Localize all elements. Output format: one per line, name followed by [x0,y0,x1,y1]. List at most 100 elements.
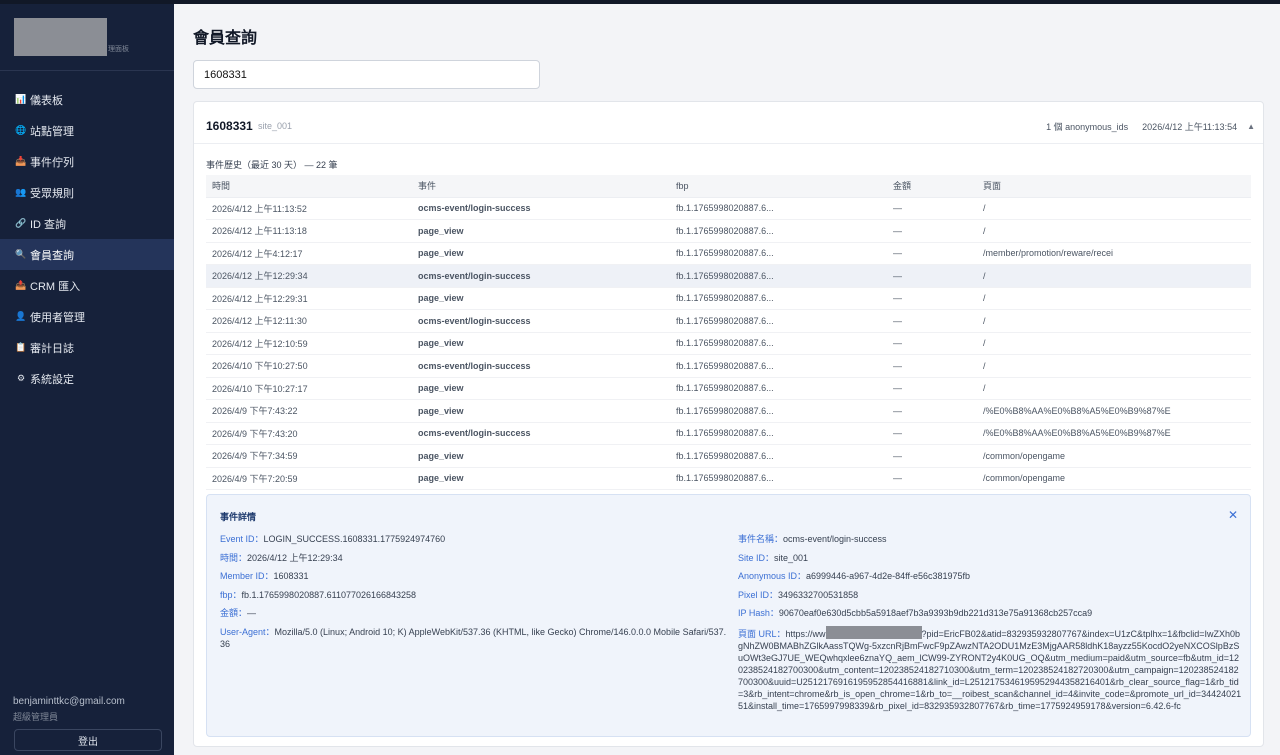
cell-event: page_view [412,467,670,490]
sidebar-item[interactable]: 🌐 站點管理 [0,115,174,146]
detail-label: Member ID： [220,571,274,581]
detail-value: site_001 [774,552,809,563]
sidebar-item[interactable]: 📊 儀表板 [0,84,174,115]
detail-label: 頁面 URL： [738,628,786,639]
page-title: 會員查詢 [193,30,258,47]
table-row[interactable]: 2026/4/12 上午11:13:18 page_view fb.1.176599… [206,219,1251,243]
member-search-input[interactable] [193,60,540,89]
sidebar-item[interactable]: 📋 審計日誌 [0,332,174,363]
sidebar-item-label: 站點管理 [30,125,74,138]
cell-amount: — [887,219,977,243]
cell-time: 2026/4/12 上午12:29:31 [206,287,412,310]
table-row[interactable]: 2026/4/12 上午12:29:31 page_view fb.1.176599… [206,287,1251,310]
table-row[interactable]: 2026/4/9 下午7:43:20 ocms-event/login-succe… [206,422,1251,445]
user-email: benjaminttkc@gmail.com [13,696,125,707]
sidebar-item[interactable]: 🔍 會員查詢 [0,239,174,270]
sidebar-item[interactable]: 👤 使用者管理 [0,301,174,332]
sidebar-item-label: 受眾規則 [30,187,74,200]
logo-subtitle: 理面板 [108,46,129,53]
table-row[interactable]: 2026/4/12 上午12:10:59 page_view fb.1.176599… [206,332,1251,355]
detail-field: IP Hash：90670eaf0e630d5cbb5a5918aef7b3a9… [738,607,1243,619]
cell-page: /%E0%B8%AA%E0%B8%A5%E0%B9%87%E [977,422,1251,445]
sidebar-item-label: CRM 匯入 [30,280,81,293]
cell-page: / [977,197,1251,220]
detail-field: User-Agent：Mozilla/5.0 (Linux; Android 1… [220,626,730,650]
table-row[interactable]: 2026/4/12 上午12:11:30 ocms-event/login-suc… [206,309,1251,333]
logout-button[interactable]: 登出 [14,729,162,751]
detail-value: ?pid=EricFB02&atid=832935932807767&index… [738,628,1242,711]
detail-label: fbp： [220,589,242,600]
detail-label: Event ID： [220,534,264,544]
nav-icon: 📤 [15,280,27,290]
sidebar-item-label: 審計日誌 [30,342,74,355]
cell-time: 2026/4/9 下午7:20:59 [206,467,412,490]
member-id: 1608331 [206,119,253,133]
detail-value: https://ww [785,628,826,639]
column-header-amount: 金額 [887,175,977,198]
cell-fbp: fb.1.1765998020887.6... [670,309,887,333]
cell-time: 2026/4/9 下午7:43:22 [206,399,412,423]
cell-page: / [977,264,1251,288]
detail-field: Anonymous ID：a6999446-a967-4d2e-84ff-e56… [738,570,1243,582]
redacted-block [825,625,922,639]
detail-field: 金額：— [220,607,730,619]
cell-fbp: fb.1.1765998020887.6... [670,399,887,423]
cell-amount: — [887,399,977,423]
column-header-event: 事件 [412,175,670,198]
cell-amount: — [887,309,977,333]
table-row[interactable]: 2026/4/9 下午7:20:59 page_view fb.1.17659980… [206,467,1251,490]
table-row[interactable]: 2026/4/9 下午7:34:59 page_view fb.1.17659980… [206,444,1251,468]
nav-icon: 📥 [15,156,27,166]
cell-fbp: fb.1.1765998020887.6... [670,444,887,468]
sidebar-item[interactable]: 📥 事件佇列 [0,146,174,177]
chevron-up-icon[interactable]: ▲ [1247,122,1255,131]
cell-time: 2026/4/12 上午4:12:17 [206,242,412,265]
event-detail-right-column: 事件名稱：ocms-event/login-success Site ID：sit… [738,533,1243,718]
cell-page: / [977,287,1251,310]
cell-event: ocms-event/login-success [412,354,670,378]
event-detail-left-column: Event ID：LOGIN_SUCCESS.1608331.177592497… [220,533,730,656]
member-card-header[interactable]: 1608331 site_001 1 個 anonymous_ids 2026/… [194,102,1263,144]
anonymous-id-count: 1 個 anonymous_ids [1046,122,1129,132]
column-header-fbp: fbp [670,175,887,198]
close-icon[interactable]: ✕ [1228,508,1238,522]
table-row[interactable]: 2026/4/12 上午12:29:34 ocms-event/login-suc… [206,264,1251,288]
event-history-table: 時間 事件 fbp 金額 頁面 2026/4/12 上午11:13:52 ocms… [206,175,1251,490]
table-row[interactable]: 2026/4/9 下午7:43:22 page_view fb.1.17659980… [206,399,1251,423]
detail-value: 1608331 [273,571,309,581]
table-row[interactable]: 2026/4/12 上午11:13:52 ocms-event/login-suc… [206,197,1251,220]
logo-image-redacted [14,18,107,56]
nav-icon: 🌐 [15,125,27,135]
cell-fbp: fb.1.1765998020887.6... [670,422,887,445]
sidebar-item[interactable]: 👥 受眾規則 [0,177,174,208]
detail-field: fbp：fb.1.1765998020887.61107702616684325… [220,589,730,601]
cell-event: ocms-event/login-success [412,197,670,220]
cell-event: ocms-event/login-success [412,264,670,288]
sidebar-item[interactable]: ⚙ 系統設定 [0,363,174,394]
main-content: 會員查詢 1608331 site_001 1 個 anonymous_ids … [174,4,1280,755]
cell-amount: — [887,287,977,310]
cell-fbp: fb.1.1765998020887.6... [670,219,887,243]
table-row[interactable]: 2026/4/12 上午4:12:17 page_view fb.1.1765998… [206,242,1251,265]
sidebar-item[interactable]: 📤 CRM 匯入 [0,270,174,301]
cell-fbp: fb.1.1765998020887.6... [670,264,887,288]
cell-page: / [977,219,1251,243]
sidebar-item-label: 儀表板 [30,94,63,107]
column-header-page: 頁面 [977,175,1251,198]
table-row[interactable]: 2026/4/10 下午10:27:17 page_view fb.1.176599… [206,377,1251,400]
cell-amount: — [887,332,977,355]
cell-time: 2026/4/12 上午12:29:34 [206,264,412,288]
table-row[interactable]: 2026/4/10 下午10:27:50 ocms-event/login-suc… [206,354,1251,378]
detail-label: 金額： [220,608,248,618]
nav-icon: 📊 [15,94,27,104]
cell-page: / [977,332,1251,355]
detail-field-page-url: 頁面 URL：https://ww ?pid=EricFB02&atid=8329… [738,625,1243,712]
cell-page: / [977,377,1251,400]
sidebar-item[interactable]: 🔗 ID 查詢 [0,208,174,239]
cell-time: 2026/4/10 下午10:27:17 [206,377,412,400]
sidebar-item-label: 使用者管理 [30,311,85,324]
cell-fbp: fb.1.1765998020887.6... [670,287,887,310]
cell-amount: — [887,197,977,220]
detail-value: LOGIN_SUCCESS.1608331.1775924974760 [263,534,446,544]
detail-field: Member ID：1608331 [220,570,730,582]
